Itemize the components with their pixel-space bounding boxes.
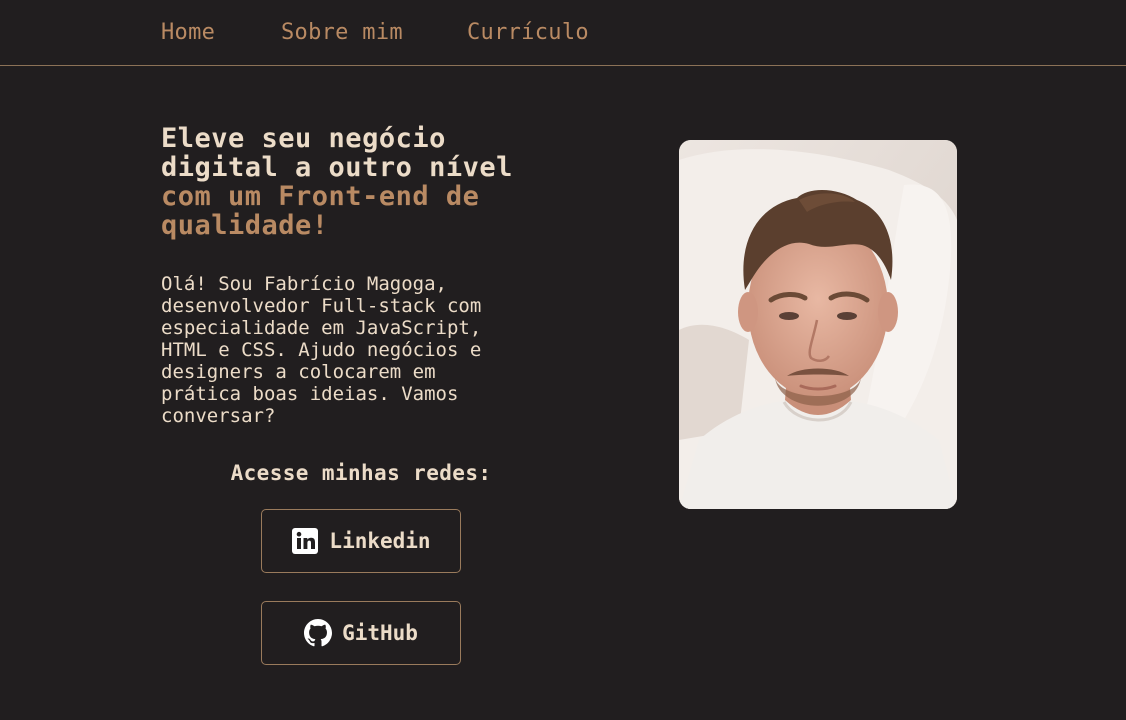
intro-paragraph: Olá! Sou Fabrício Magoga, desenvolvedor … — [161, 273, 561, 427]
headline-line-1: Eleve seu negócio — [161, 123, 446, 154]
intro-line: especialidade em JavaScript, — [161, 317, 482, 339]
nav-link-home[interactable]: Home — [161, 18, 215, 48]
nav-link-sobre-mim[interactable]: Sobre mim — [281, 18, 403, 48]
nav-link-curriculo[interactable]: Currículo — [467, 18, 589, 48]
github-button[interactable]: GitHub — [261, 601, 461, 665]
linkedin-button[interactable]: Linkedin — [261, 509, 461, 573]
intro-line: Olá! Sou Fabrício Magoga, — [161, 273, 447, 295]
headline-line-2: digital a outro nível — [161, 152, 513, 183]
intro-line: designers a colocarem em — [161, 361, 436, 383]
profile-photo — [679, 140, 957, 509]
intro-line: desenvolvedor Full-stack com — [161, 295, 482, 317]
top-navigation: Home Sobre mim Currículo — [0, 0, 1126, 66]
headline-accent-line-1: com um Front-end de — [161, 181, 480, 212]
intro-line: conversar? — [161, 405, 276, 427]
github-label: GitHub — [342, 621, 418, 645]
social-heading: Acesse minhas redes: — [230, 461, 492, 485]
github-icon — [304, 619, 333, 647]
linkedin-label: Linkedin — [329, 529, 431, 553]
intro-line: HTML e CSS. Ajudo negócios e — [161, 339, 482, 361]
intro-line: prática boas ideias. Vamos — [161, 383, 459, 405]
headline-accent-line-2: qualidade! — [161, 210, 329, 241]
hero-headline: Eleve seu negócio digital a outro nível … — [161, 124, 581, 240]
linkedin-icon — [291, 527, 319, 555]
